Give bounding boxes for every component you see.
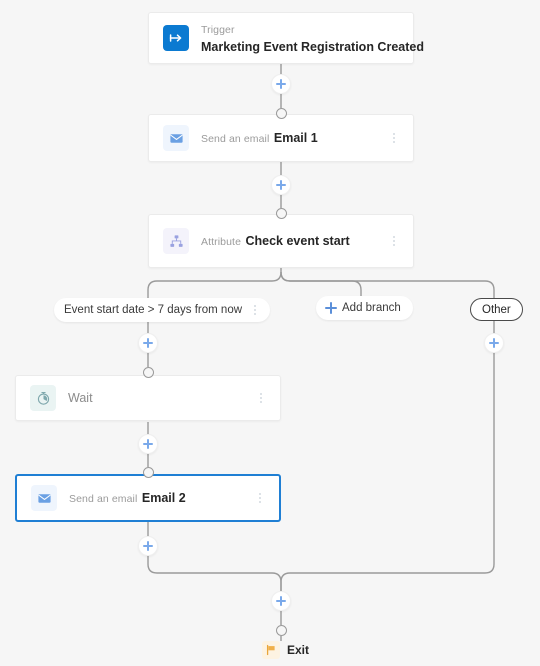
node-attribute-text: Attribute Check event start xyxy=(201,232,383,250)
node-email-1[interactable]: Send an email Email 1 xyxy=(148,114,414,162)
node-email-1-kebab-icon[interactable] xyxy=(383,125,405,151)
branch-condition-label: Event start date > 7 days from now xyxy=(64,304,243,316)
node-wait-kebab-icon[interactable] xyxy=(250,385,272,411)
exit-label: Exit xyxy=(287,643,310,657)
envelope-icon xyxy=(31,485,57,511)
connector-dot-attribute xyxy=(275,208,287,219)
node-exit[interactable]: Exit xyxy=(262,641,309,659)
add-step-branch-other-button[interactable] xyxy=(484,333,504,353)
add-step-before-exit-button[interactable] xyxy=(271,591,291,611)
branch-condition-kebab-icon[interactable] xyxy=(244,299,266,321)
node-attribute-kebab-icon[interactable] xyxy=(383,228,405,254)
add-step-after-email-2-button[interactable] xyxy=(138,536,158,556)
add-branch-button[interactable]: Add branch xyxy=(316,296,413,320)
node-wait[interactable]: Wait xyxy=(15,375,281,421)
connector-dot-email-1 xyxy=(275,108,287,119)
trigger-arrow-icon xyxy=(163,25,189,51)
branch-other-label: Other xyxy=(482,303,511,316)
envelope-icon xyxy=(163,125,189,151)
node-attribute-subtitle: Attribute xyxy=(201,235,242,248)
add-step-branch-condition-button[interactable] xyxy=(138,333,158,353)
node-wait-title: Wait xyxy=(68,390,93,405)
workflow-canvas[interactable]: Trigger Marketing Event Registration Cre… xyxy=(0,0,540,666)
node-email-2-text: Send an email Email 2 xyxy=(69,489,249,507)
node-email-2[interactable]: Send an email Email 2 xyxy=(15,474,281,522)
add-branch-label: Add branch xyxy=(342,302,401,314)
add-step-after-trigger-button[interactable] xyxy=(271,74,291,94)
connector-dot-exit xyxy=(275,625,287,636)
node-trigger-title: Marketing Event Registration Created xyxy=(201,40,424,54)
edge-fan-left xyxy=(147,271,282,300)
node-email-2-kebab-icon[interactable] xyxy=(249,485,271,511)
node-attribute-title: Check event start xyxy=(245,233,350,248)
edge-merge-left xyxy=(147,556,282,591)
node-attribute[interactable]: Attribute Check event start xyxy=(148,214,414,268)
plus-icon xyxy=(325,302,337,314)
node-trigger[interactable]: Trigger Marketing Event Registration Cre… xyxy=(148,12,424,64)
node-email-1-title: Email 1 xyxy=(273,130,318,145)
branch-condition-pill[interactable]: Event start date > 7 days from now xyxy=(54,298,271,322)
node-trigger-text: Trigger Marketing Event Registration Cre… xyxy=(201,20,424,57)
branch-other-pill[interactable]: Other xyxy=(470,298,523,321)
connector-dot-wait xyxy=(142,367,154,378)
node-wait-text: Wait xyxy=(68,389,250,407)
node-email-2-subtitle: Send an email xyxy=(69,492,138,505)
edge-merge-right xyxy=(280,353,495,591)
flag-icon xyxy=(262,641,280,659)
add-step-after-email-1-button[interactable] xyxy=(271,175,291,195)
timer-icon xyxy=(30,385,56,411)
edge-fan-middle xyxy=(280,271,362,298)
node-email-1-text: Send an email Email 1 xyxy=(201,129,383,147)
connector-edges xyxy=(147,64,495,641)
node-email-1-subtitle: Send an email xyxy=(201,132,270,145)
node-trigger-subtitle: Trigger xyxy=(201,23,235,36)
node-email-2-title: Email 2 xyxy=(141,490,186,505)
hierarchy-icon xyxy=(163,228,189,254)
connector-dot-email-2 xyxy=(142,467,154,478)
add-step-after-wait-button[interactable] xyxy=(138,434,158,454)
